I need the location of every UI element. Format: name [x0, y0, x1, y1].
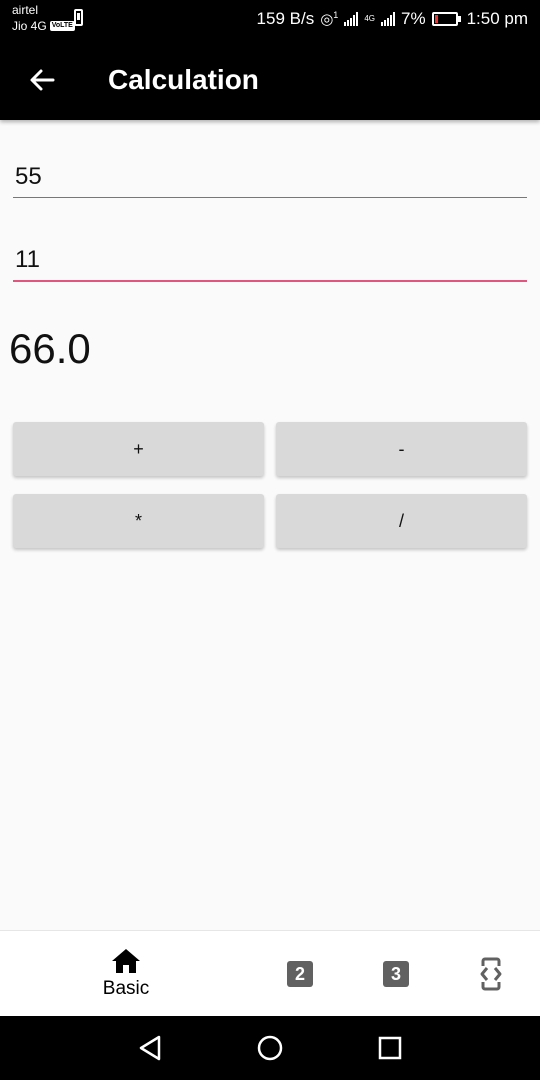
- nav-tab-basic[interactable]: Basic: [86, 931, 166, 1017]
- bottom-navigation: Basic 2 3: [0, 930, 540, 1016]
- nav-tab-basic-label: Basic: [102, 978, 150, 999]
- nav-tab-2[interactable]: 2: [280, 931, 320, 1017]
- signal-icon: [344, 12, 359, 26]
- lte-label: 4G: [364, 14, 375, 23]
- status-right: 159 B/s ◎1 4G 7% 1:50 pm: [257, 8, 528, 30]
- system-home-button[interactable]: [250, 1030, 290, 1066]
- second-number-input[interactable]: [13, 240, 527, 282]
- first-number-input[interactable]: [13, 156, 527, 198]
- home-icon: [112, 949, 140, 973]
- app-bar: Calculation: [0, 40, 540, 120]
- back-button[interactable]: [22, 60, 62, 100]
- sim-alert-icon: [74, 9, 83, 26]
- volte-badge: VoLTE: [49, 21, 75, 31]
- looks-two-icon: 2: [287, 961, 313, 987]
- nav-tab-4[interactable]: [471, 931, 511, 1017]
- developer-mode-icon: [480, 957, 502, 991]
- system-navigation-bar: [0, 1016, 540, 1080]
- multiply-button[interactable]: *: [13, 494, 264, 548]
- system-back-button[interactable]: [130, 1030, 170, 1066]
- add-button[interactable]: +: [13, 422, 264, 476]
- arrow-left-icon: [30, 69, 55, 91]
- system-recents-button[interactable]: [370, 1030, 410, 1066]
- square-recents-icon: [378, 1036, 402, 1060]
- circle-home-icon: [257, 1035, 283, 1061]
- page-title: Calculation: [108, 64, 259, 95]
- clock: 1:50 pm: [466, 9, 528, 28]
- divide-button[interactable]: /: [276, 494, 527, 548]
- status-bar: airtel Jio 4G VoLTE 159 B/s ◎1 4G 7% 1:5…: [0, 0, 540, 40]
- hotspot-icon: ◎1: [320, 10, 339, 28]
- net-speed: 159 B/s: [256, 9, 315, 28]
- battery-percent: 7%: [400, 9, 426, 28]
- signal-icon-2: [380, 12, 395, 26]
- triangle-back-icon: [139, 1035, 161, 1061]
- looks-three-icon: 3: [383, 961, 409, 987]
- subtract-button[interactable]: -: [276, 422, 527, 476]
- result-display: 66.0: [9, 325, 91, 372]
- nav-tab-3[interactable]: 3: [376, 931, 416, 1017]
- carrier-info: airtel Jio 4G VoLTE: [12, 2, 75, 34]
- carrier-jio: Jio 4G: [12, 19, 47, 33]
- battery-icon: [431, 12, 461, 26]
- carrier-airtel: airtel: [12, 3, 39, 17]
